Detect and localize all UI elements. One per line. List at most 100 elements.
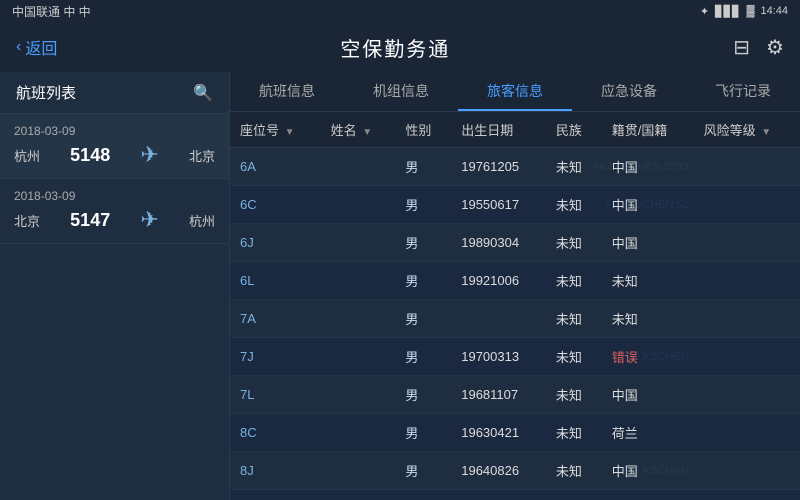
back-label: 返回 xyxy=(25,35,57,59)
table-row[interactable]: 6L 男 19921006 未知 未知 xyxy=(230,262,800,300)
col-risk[interactable]: 风险等级 ▼ xyxy=(694,112,800,148)
cell-gender: 男 xyxy=(395,262,451,300)
table-row[interactable]: 7L 男 19681107 未知 中国 xyxy=(230,376,800,414)
cell-origin: 未知 xyxy=(602,300,694,338)
cell-seat: 7L xyxy=(230,376,321,414)
back-button[interactable]: ‹ 返回 xyxy=(16,35,57,59)
col-seat[interactable]: 座位号 ▼ xyxy=(230,112,321,148)
cell-dob: 19681107 xyxy=(451,376,546,414)
cell-risk xyxy=(694,490,800,500)
cell-dob: 19550617 xyxy=(451,186,546,224)
flight-plane-icon-0: ✈ xyxy=(140,142,158,168)
flight-date-1: 2018-03-09 xyxy=(14,189,215,203)
cell-gender: 男 xyxy=(395,148,451,186)
cell-name xyxy=(321,414,396,452)
cell-name xyxy=(321,262,396,300)
cell-risk xyxy=(694,452,800,490)
cell-ethnicity: 未知 xyxy=(546,376,602,414)
name-sort-icon: ▼ xyxy=(362,127,372,138)
cell-seat: 6C xyxy=(230,186,321,224)
cell-dob: 19761205 xyxy=(451,148,546,186)
seat-sort-icon: ▼ xyxy=(285,127,295,138)
header-icons: ⊟ ⚙ xyxy=(733,35,784,60)
flight-number-1: 5147 xyxy=(70,210,110,231)
cell-name xyxy=(321,186,396,224)
flight-from-0: 杭州 xyxy=(14,146,40,165)
cell-seat: 7A xyxy=(230,300,321,338)
cell-gender: 男 xyxy=(395,376,451,414)
cell-origin: 未知 xyxy=(602,262,694,300)
tab-crew-info[interactable]: 机组信息 xyxy=(344,72,458,111)
table-row[interactable]: 8C 男 19630421 未知 荷兰 xyxy=(230,414,800,452)
cell-origin: 中国 xyxy=(602,224,694,262)
cell-name xyxy=(321,148,396,186)
cell-risk xyxy=(694,186,800,224)
flight-item-1[interactable]: 2018-03-09 北京 5147 ✈ 杭州 xyxy=(0,179,229,244)
tab-emergency-equip[interactable]: 应急设备 xyxy=(572,72,686,111)
content-area: 航班信息 机组信息 旅客信息 应急设备 飞行记录 座位号 xyxy=(230,72,800,500)
sidebar-title: 航班列表 xyxy=(16,82,76,103)
tab-passenger-info[interactable]: 旅客信息 xyxy=(458,72,572,111)
cell-dob: 19890304 xyxy=(451,224,546,262)
table-row[interactable]: 6J 男 19890304 未知 中国 xyxy=(230,224,800,262)
cell-origin: 中国 xyxy=(602,490,694,500)
status-bar: 中国联通 中 中 ✦ ▊▊▊ ▓ 14:44 xyxy=(0,0,800,22)
watermark: FKJ.KSCHEN.52 xyxy=(605,199,689,211)
bluetooth-icon: ✦ xyxy=(700,5,709,18)
time-text: 14:44 xyxy=(760,5,788,17)
table-row[interactable]: 8L 女 19551210 未知 中国 xyxy=(230,490,800,500)
cell-gender: 男 xyxy=(395,186,451,224)
cell-seat: 6A xyxy=(230,148,321,186)
cell-dob: 19921006 xyxy=(451,262,546,300)
cell-ethnicity: 未知 xyxy=(546,490,602,500)
tab-flight-record[interactable]: 飞行记录 xyxy=(686,72,800,111)
table-header-row: 座位号 ▼ 姓名 ▼ 性别 出生日期 xyxy=(230,112,800,148)
tab-crew-info-label: 机组信息 xyxy=(373,81,429,101)
document-icon[interactable]: ⊟ xyxy=(733,35,750,60)
flight-from-1: 北京 xyxy=(14,211,40,230)
cell-dob xyxy=(451,300,546,338)
cell-risk xyxy=(694,414,800,452)
cell-seat: 6J xyxy=(230,224,321,262)
cell-seat: 6L xyxy=(230,262,321,300)
cell-gender: 男 xyxy=(395,338,451,376)
tab-bar: 航班信息 机组信息 旅客信息 应急设备 飞行记录 xyxy=(230,72,800,112)
cell-origin: 中国 FKJ.KSCHEN.5233 xyxy=(602,148,694,186)
table-row[interactable]: 7J 男 19700313 未知 错误 FKJ.KSCHEN xyxy=(230,338,800,376)
cell-ethnicity: 未知 xyxy=(546,338,602,376)
cell-origin: 中国 FKJ.KSCHEN.52 xyxy=(602,186,694,224)
flight-item-0[interactable]: 2018-03-09 杭州 5148 ✈ 北京 xyxy=(0,114,229,179)
cell-name xyxy=(321,452,396,490)
flight-number-0: 5148 xyxy=(70,145,110,166)
cell-gender: 男 xyxy=(395,300,451,338)
cell-ethnicity: 未知 xyxy=(546,414,602,452)
cell-name xyxy=(321,338,396,376)
cell-name xyxy=(321,300,396,338)
settings-icon[interactable]: ⚙ xyxy=(766,35,784,60)
cell-dob: 19700313 xyxy=(451,338,546,376)
cell-origin: 中国 xyxy=(602,376,694,414)
table-row[interactable]: 8J 男 19640826 未知 中国 FKJ.KSCHEN xyxy=(230,452,800,490)
cell-seat: 8C xyxy=(230,414,321,452)
cell-gender: 男 xyxy=(395,414,451,452)
table-row[interactable]: 7A 男 未知 未知 xyxy=(230,300,800,338)
tab-flight-info-label: 航班信息 xyxy=(259,81,315,101)
tab-flight-record-label: 飞行记录 xyxy=(715,81,771,101)
main-layout: 航班列表 🔍 2018-03-09 杭州 5148 ✈ 北京 2018-03-0… xyxy=(0,72,800,500)
cell-gender: 女 xyxy=(395,490,451,500)
cell-gender: 男 xyxy=(395,224,451,262)
col-name[interactable]: 姓名 ▼ xyxy=(321,112,396,148)
cell-dob: 19630421 xyxy=(451,414,546,452)
passenger-table-container[interactable]: 座位号 ▼ 姓名 ▼ 性别 出生日期 xyxy=(230,112,800,500)
search-button[interactable]: 🔍 xyxy=(193,83,213,103)
table-row[interactable]: 6C 男 19550617 未知 中国 FKJ.KSCHEN.52 xyxy=(230,186,800,224)
cell-risk xyxy=(694,338,800,376)
flight-to-1: 杭州 xyxy=(189,211,215,230)
col-origin: 籍贯/国籍 xyxy=(602,112,694,148)
cell-risk xyxy=(694,300,800,338)
cell-origin: 错误 FKJ.KSCHEN xyxy=(602,338,694,376)
app-title: 空保勤务通 xyxy=(340,33,450,62)
tab-flight-info[interactable]: 航班信息 xyxy=(230,72,344,111)
table-row[interactable]: 6A 男 19761205 未知 中国 FKJ.KSCHEN.5233 xyxy=(230,148,800,186)
cell-seat: 8L xyxy=(230,490,321,500)
